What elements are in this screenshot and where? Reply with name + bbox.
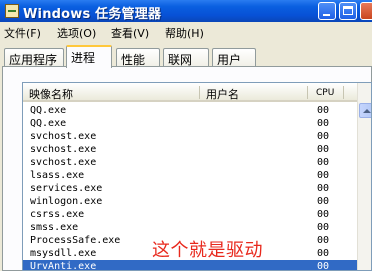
process-row[interactable]: smss.exe 00 [23, 221, 371, 234]
menu-view[interactable]: 查看(V) [111, 25, 149, 41]
vertical-scrollbar[interactable] [357, 83, 371, 270]
process-cpu: 00 [317, 118, 330, 129]
process-name: csrss.exe [30, 209, 85, 220]
annotation-text: 这个就是驱动 [152, 240, 263, 261]
scroll-up-arrow-icon[interactable] [359, 103, 371, 118]
menu-options[interactable]: 选项(O) [57, 25, 96, 41]
menu-bar: 文件(F) 选项(O) 查看(V) 帮助(H) [0, 22, 372, 42]
column-divider[interactable] [199, 86, 200, 99]
process-cpu: 00 [317, 157, 330, 168]
window-title: Windows 任务管理器 [23, 7, 162, 22]
process-name: ProcessSafe.exe [30, 235, 121, 246]
menu-file[interactable]: 文件(F) [4, 25, 41, 41]
process-name: msysdll.exe [30, 248, 97, 259]
process-name: svchost.exe [30, 157, 97, 168]
process-name: services.exe [30, 183, 103, 194]
process-name: svchost.exe [30, 144, 97, 155]
column-image-name[interactable]: 映像名称 [29, 86, 73, 102]
process-cpu: 00 [317, 170, 330, 181]
process-cpu: 00 [317, 183, 330, 194]
menu-help[interactable]: 帮助(H) [165, 25, 204, 41]
tab-bar: 应用程序 进程 性能 联网 用户 [0, 45, 372, 68]
process-name: winlogon.exe [30, 196, 103, 207]
column-cpu[interactable]: CPU [316, 88, 334, 98]
column-header: 映像名称 用户名 CPU [23, 83, 371, 102]
process-row[interactable]: csrss.exe 00 [23, 208, 371, 221]
process-row[interactable]: svchost.exe 00 [23, 130, 371, 143]
process-cpu: 00 [317, 248, 330, 259]
process-row[interactable]: lsass.exe 00 [23, 169, 371, 182]
title-bar[interactable]: Windows 任务管理器 [0, 0, 372, 22]
tab-processes[interactable]: 进程 [66, 45, 112, 68]
process-cpu: 00 [317, 222, 330, 233]
process-cpu: 00 [317, 209, 330, 220]
task-manager-icon [5, 4, 19, 18]
close-button[interactable] [360, 2, 372, 20]
tab-applications[interactable]: 应用程序 [4, 48, 64, 67]
process-cpu: 00 [317, 144, 330, 155]
minimize-icon [323, 14, 330, 16]
process-row[interactable]: svchost.exe 00 [23, 156, 371, 169]
process-name: QQ.exe [30, 105, 67, 116]
process-cpu: 00 [317, 261, 330, 271]
process-row[interactable]: QQ.exe 00 [23, 104, 371, 117]
process-cpu: 00 [317, 105, 330, 116]
maximize-icon [343, 6, 353, 15]
process-name: UrvAnti.exe [30, 261, 97, 271]
column-divider[interactable] [307, 86, 308, 99]
process-name: smss.exe [30, 222, 79, 233]
tab-networking[interactable]: 联网 [163, 48, 209, 67]
process-cpu: 00 [317, 196, 330, 207]
process-row[interactable]: services.exe 00 [23, 182, 371, 195]
maximize-button[interactable] [339, 2, 357, 20]
tab-performance[interactable]: 性能 [116, 48, 160, 67]
process-cpu: 00 [317, 131, 330, 142]
task-manager-window: Windows 任务管理器 文件(F) 选项(O) 查看(V) 帮助(H) 应用… [0, 0, 372, 271]
process-row[interactable]: svchost.exe 00 [23, 143, 371, 156]
tab-users[interactable]: 用户 [212, 48, 256, 67]
minimize-button[interactable] [318, 2, 336, 20]
process-cpu: 00 [317, 235, 330, 246]
process-name: svchost.exe [30, 131, 97, 142]
column-divider[interactable] [343, 86, 344, 99]
process-row[interactable]: QQ.exe 00 [23, 117, 371, 130]
column-user-name[interactable]: 用户名 [206, 86, 239, 102]
process-name: QQ.exe [30, 118, 67, 129]
process-row[interactable]: winlogon.exe 00 [23, 195, 371, 208]
process-name: lsass.exe [30, 170, 85, 181]
